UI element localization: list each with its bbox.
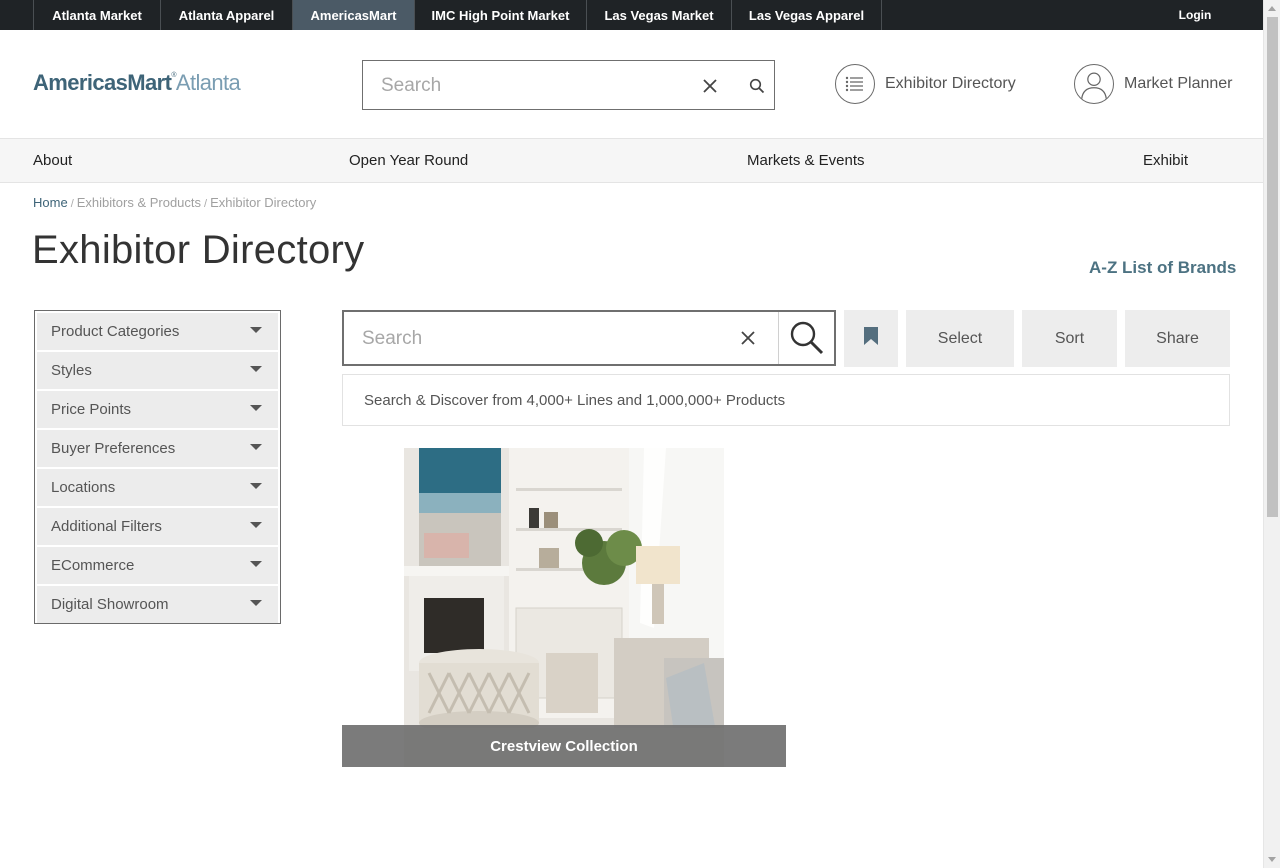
market-planner-label: Market Planner bbox=[1124, 75, 1233, 92]
share-button[interactable]: Share bbox=[1125, 310, 1230, 367]
filter-label: Price Points bbox=[51, 401, 132, 418]
caret-down-icon bbox=[250, 521, 262, 528]
market-tab-las-vegas-market[interactable]: Las Vegas Market bbox=[587, 0, 732, 30]
header-search bbox=[362, 60, 775, 110]
caret-down-icon bbox=[250, 443, 262, 450]
scrollbar-thumb[interactable] bbox=[1267, 17, 1278, 517]
filter-styles[interactable]: Styles bbox=[37, 352, 278, 389]
search-icon[interactable] bbox=[780, 312, 834, 364]
breadcrumb: Home / Exhibitors & Products / Exhibitor Dir… bbox=[33, 195, 316, 210]
filter-label: Digital Showroom bbox=[51, 596, 169, 613]
sort-button[interactable]: Sort bbox=[1022, 310, 1117, 367]
user-icon bbox=[1074, 64, 1114, 104]
exhibitor-directory-link[interactable]: Exhibitor Directory bbox=[835, 64, 1016, 104]
exhibitor-card-title: Crestview Collection bbox=[342, 725, 786, 767]
exhibitor-card[interactable]: Crestview Collection bbox=[342, 448, 786, 767]
header-search-input[interactable] bbox=[381, 73, 681, 99]
market-tab-americasmart[interactable]: AmericasMart bbox=[293, 0, 415, 30]
az-brands-link[interactable]: A-Z List of Brands bbox=[1089, 258, 1236, 278]
select-button[interactable]: Select bbox=[906, 310, 1014, 367]
filter-locations[interactable]: Locations bbox=[37, 469, 278, 506]
caret-down-icon bbox=[250, 560, 262, 567]
search-icon[interactable] bbox=[745, 74, 769, 98]
nav-markets-events[interactable]: Markets & Events bbox=[747, 139, 865, 182]
main-nav: About Open Year Round Markets & Events E… bbox=[0, 138, 1263, 183]
breadcrumb-separator: / bbox=[70, 198, 74, 210]
market-tab-imc-high-point[interactable]: IMC High Point Market bbox=[415, 0, 587, 30]
filter-price-points[interactable]: Price Points bbox=[37, 391, 278, 428]
results-search-input[interactable] bbox=[362, 326, 712, 352]
bookmark-icon bbox=[863, 326, 879, 351]
logo-text-americasmart: AmericasMart bbox=[33, 70, 172, 95]
market-planner-link[interactable]: Market Planner bbox=[1074, 64, 1233, 104]
exhibitor-directory-label: Exhibitor Directory bbox=[885, 75, 1016, 92]
exhibitor-card-image bbox=[404, 448, 724, 767]
breadcrumb-separator: / bbox=[204, 198, 208, 210]
breadcrumb-current: Exhibitor Directory bbox=[210, 195, 317, 210]
scroll-up-arrow-icon[interactable] bbox=[1268, 6, 1276, 11]
logo-text-atlanta: Atlanta bbox=[175, 70, 241, 95]
nav-open-year-round[interactable]: Open Year Round bbox=[349, 139, 468, 182]
filter-additional-filters[interactable]: Additional Filters bbox=[37, 508, 278, 545]
filter-label: Styles bbox=[51, 362, 92, 379]
page-title: Exhibitor Directory bbox=[32, 228, 365, 272]
site-logo[interactable]: AmericasMart®Atlanta bbox=[33, 70, 241, 96]
caret-down-icon bbox=[250, 326, 262, 333]
clear-icon[interactable] bbox=[736, 326, 760, 350]
filter-label: Buyer Preferences bbox=[51, 440, 176, 457]
nav-about[interactable]: About bbox=[33, 139, 72, 182]
filter-label: Product Categories bbox=[51, 323, 180, 340]
market-tab-atlanta-market[interactable]: Atlanta Market bbox=[34, 0, 161, 30]
login-link[interactable]: Login bbox=[1170, 0, 1220, 30]
filter-ecommerce[interactable]: ECommerce bbox=[37, 547, 278, 584]
list-icon bbox=[835, 64, 875, 104]
results-search bbox=[342, 310, 836, 366]
logo-registered-mark: ® bbox=[171, 72, 176, 79]
filter-buyer-preferences[interactable]: Buyer Preferences bbox=[37, 430, 278, 467]
bookmark-button[interactable] bbox=[844, 310, 898, 367]
discover-banner: Search & Discover from 4,000+ Lines and … bbox=[342, 374, 1230, 426]
caret-down-icon bbox=[250, 482, 262, 489]
caret-down-icon bbox=[250, 404, 262, 411]
market-tab-atlanta-apparel[interactable]: Atlanta Apparel bbox=[161, 0, 293, 30]
page-scrollbar[interactable] bbox=[1263, 0, 1280, 868]
market-tabs: Atlanta Market Atlanta Apparel AmericasM… bbox=[33, 0, 882, 30]
clear-icon[interactable] bbox=[698, 74, 722, 98]
filter-label: ECommerce bbox=[51, 557, 135, 574]
filter-product-categories[interactable]: Product Categories bbox=[37, 313, 278, 350]
filter-label: Locations bbox=[51, 479, 116, 496]
search-divider bbox=[778, 312, 779, 364]
market-bar: Atlanta Market Atlanta Apparel AmericasM… bbox=[0, 0, 1263, 30]
breadcrumb-home[interactable]: Home bbox=[33, 195, 68, 210]
breadcrumb-exhibitors-products[interactable]: Exhibitors & Products bbox=[77, 195, 201, 210]
caret-down-icon bbox=[250, 365, 262, 372]
scroll-down-arrow-icon[interactable] bbox=[1268, 857, 1276, 862]
nav-exhibit[interactable]: Exhibit bbox=[1143, 139, 1188, 182]
filter-panel: Product Categories Styles Price Points B… bbox=[34, 310, 281, 624]
filter-label: Additional Filters bbox=[51, 518, 162, 535]
caret-down-icon bbox=[250, 599, 262, 606]
filter-digital-showroom[interactable]: Digital Showroom bbox=[37, 586, 278, 623]
market-tab-las-vegas-apparel[interactable]: Las Vegas Apparel bbox=[732, 0, 882, 30]
